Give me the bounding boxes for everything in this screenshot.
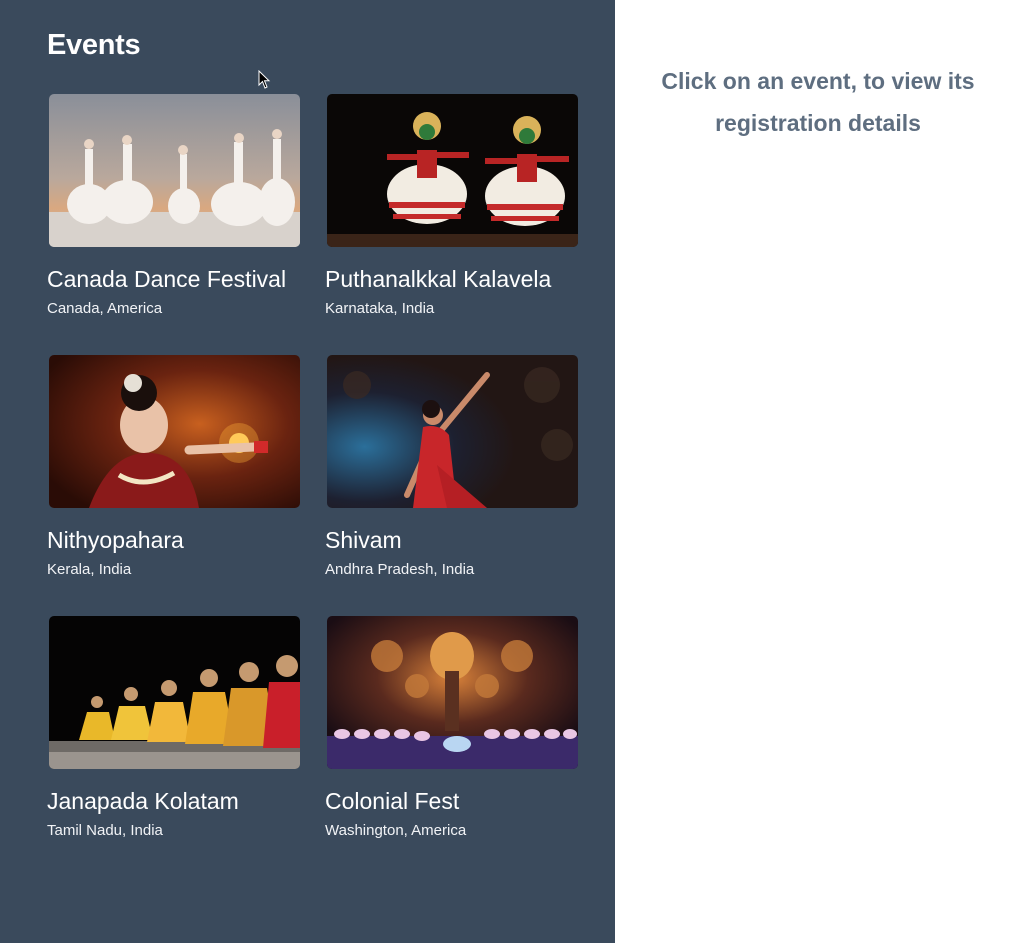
event-location: Kerala, India	[47, 561, 132, 578]
event-image	[327, 94, 578, 247]
event-location: Karnataka, India	[325, 300, 435, 317]
event-location: Tamil Nadu, India	[47, 822, 163, 839]
event-image	[327, 616, 578, 769]
event-title: Colonial Fest	[325, 788, 460, 814]
page-title: Events	[47, 29, 141, 61]
event-card[interactable]: Canada Dance Festival Canada, America	[47, 94, 300, 355]
details-placeholder: Click on an event, to view its registrat…	[661, 68, 975, 136]
event-image	[49, 355, 300, 508]
mouse-cursor-icon	[258, 70, 271, 89]
event-title: Janapada Kolatam	[47, 788, 239, 814]
event-image	[49, 616, 300, 769]
event-image	[327, 355, 578, 508]
event-card[interactable]: Janapada Kolatam Tamil Nadu, India	[47, 616, 300, 877]
event-title: Canada Dance Festival	[47, 266, 287, 292]
event-card[interactable]: Shivam Andhra Pradesh, India	[325, 355, 578, 616]
event-location: Washington, America	[325, 822, 467, 839]
events-panel: Events Canada Dance Festival Canada, Ame…	[0, 0, 615, 943]
events-grid: Canada Dance Festival Canada, America Pu…	[47, 94, 578, 877]
event-card[interactable]: Colonial Fest Washington, America	[325, 616, 578, 877]
event-image	[49, 94, 300, 247]
event-title: Nithyopahara	[47, 527, 184, 553]
event-card[interactable]: Puthanalkkal Kalavela Karnataka, India	[325, 94, 578, 355]
details-panel: Click on an event, to view its registrat…	[615, 0, 1021, 943]
event-title: Shivam	[325, 527, 402, 553]
event-title: Puthanalkkal Kalavela	[325, 266, 552, 292]
event-location: Canada, America	[47, 300, 163, 317]
event-card[interactable]: Nithyopahara Kerala, India	[47, 355, 300, 616]
event-location: Andhra Pradesh, India	[325, 561, 475, 578]
